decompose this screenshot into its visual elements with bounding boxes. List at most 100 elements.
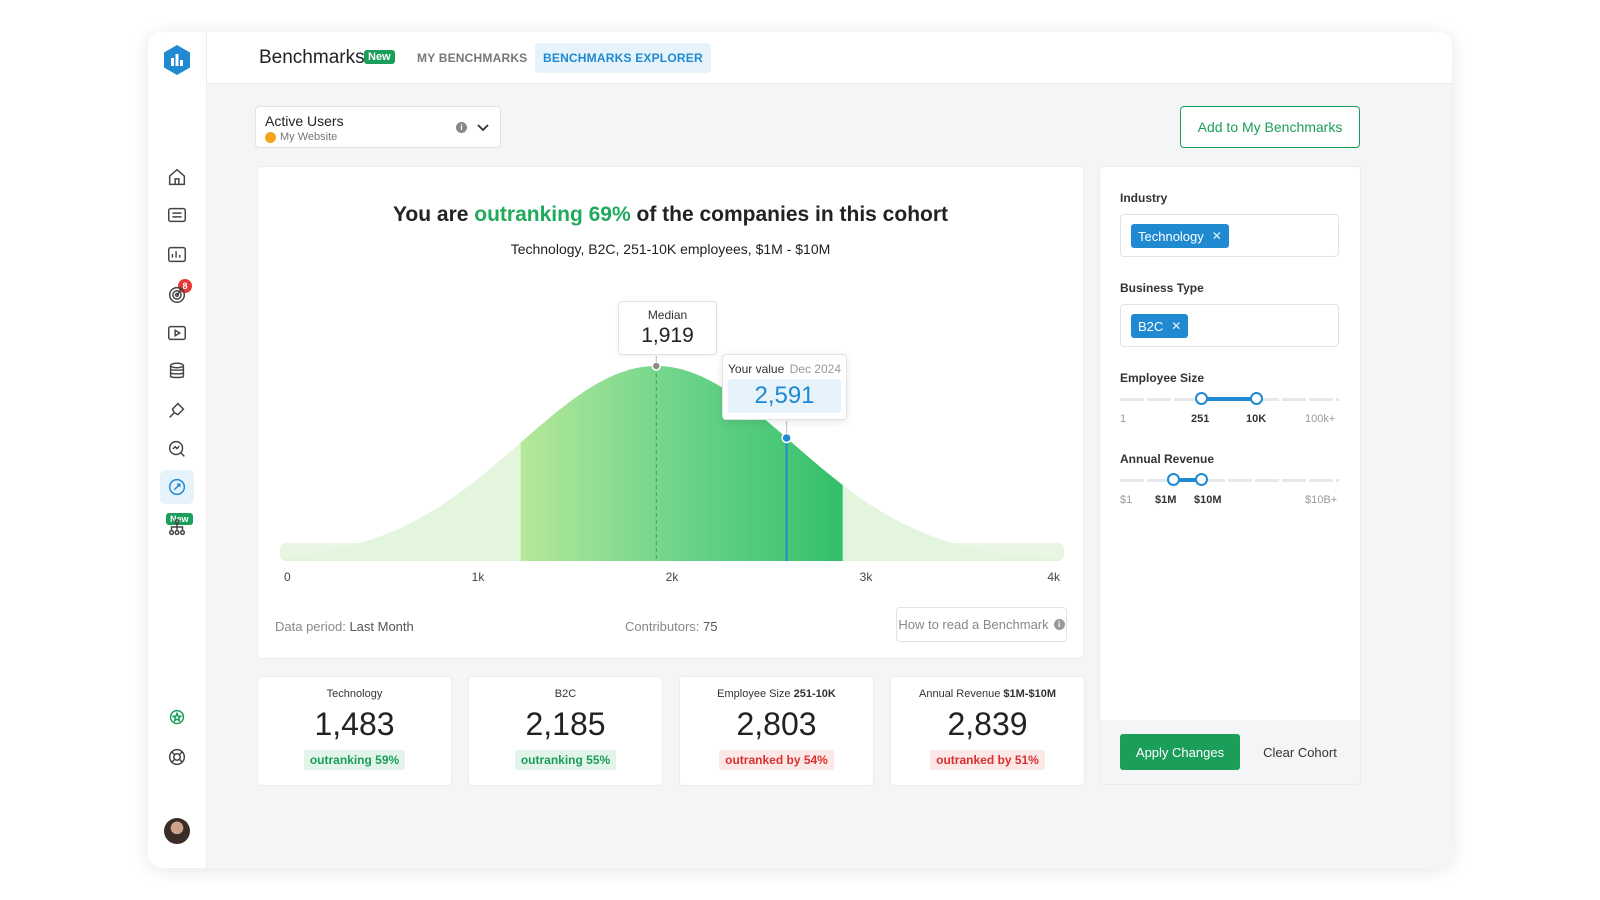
remove-chip-icon[interactable]: ✕ — [1171, 319, 1181, 333]
slider-track — [1120, 479, 1339, 482]
how-to-read-button[interactable]: How to read a Benchmark i — [896, 607, 1067, 642]
slider-tick: 251 — [1191, 413, 1210, 425]
slider-tick: $1 — [1120, 494, 1133, 506]
metric-source-label: My Website — [280, 131, 338, 143]
benchmarks-icon[interactable] — [160, 470, 194, 504]
business-type-chip-label: B2C — [1138, 318, 1164, 334]
stat-card-employee-size[interactable]: Employee Size 251-10K 2,803 outranked by… — [679, 676, 874, 786]
badge-icon[interactable] — [164, 705, 190, 731]
stat-status-badge: outranking 55% — [514, 750, 617, 770]
filters-footer: Apply Changes Clear Cohort — [1100, 720, 1360, 784]
stat-status-badge: outranking 59% — [303, 750, 406, 770]
dashboard-icon[interactable] — [164, 241, 190, 267]
video-icon[interactable] — [164, 320, 190, 346]
your-value-date: Dec 2024 — [789, 362, 841, 376]
industry-field[interactable]: Technology ✕ — [1120, 214, 1339, 257]
stat-value: 2,839 — [947, 706, 1028, 742]
contributors: Contributors: 75 — [625, 619, 718, 634]
industry-chip-label: Technology — [1138, 228, 1204, 244]
metric-name: Active Users — [265, 113, 344, 129]
stat-value: 1,483 — [314, 706, 395, 742]
x-tick-label: 4k — [1047, 570, 1061, 584]
sidebar: 8 New — [148, 32, 207, 868]
contributors-value: 75 — [703, 619, 718, 634]
business-type-chip[interactable]: B2C ✕ — [1131, 314, 1189, 338]
slider-max-handle[interactable] — [1250, 392, 1263, 405]
stat-value: 2,803 — [736, 706, 817, 742]
logo-icon[interactable] — [162, 44, 192, 76]
stat-card-business-type[interactable]: B2C 2,185 outranking 55% — [468, 676, 663, 786]
stat-card-annual-revenue[interactable]: Annual Revenue $1M-$10M 2,839 outranked … — [890, 676, 1085, 786]
annual-revenue-label: Annual Revenue — [1120, 452, 1215, 466]
page-title: Benchmarks — [259, 47, 365, 68]
slider-tick: $1M — [1155, 494, 1177, 506]
avatar[interactable] — [164, 818, 190, 844]
your-value-marker — [781, 432, 792, 444]
slider-tick: 10K — [1246, 413, 1267, 425]
metric-selector[interactable]: Active Users My Website i — [255, 106, 501, 148]
slider-tick: $10B+ — [1305, 494, 1338, 506]
slider-range — [1201, 397, 1257, 401]
tab-benchmarks-explorer[interactable]: BENCHMARKS EXPLORER — [535, 43, 711, 73]
x-tick-label: 0 — [284, 570, 291, 584]
data-period-label: Data period: — [275, 619, 350, 634]
business-type-label: Business Type — [1120, 281, 1204, 295]
slider-tick: $10M — [1194, 494, 1222, 506]
stat-status-badge: outranked by 51% — [930, 750, 1045, 770]
info-icon: i — [1053, 619, 1065, 630]
top-bar: Benchmarks New MY BENCHMARKS BENCHMARKS … — [207, 32, 1452, 84]
stat-label: B2C — [554, 688, 577, 700]
connect-icon[interactable] — [164, 397, 190, 423]
distribution-chart: 0 1k 2k 3k 4k — [280, 356, 1064, 584]
annual-revenue-slider[interactable] — [1120, 470, 1339, 494]
tab-my-benchmarks[interactable]: MY BENCHMARKS — [409, 43, 535, 73]
median-label: Median — [647, 308, 688, 322]
hierarchy-icon[interactable] — [164, 514, 190, 540]
slider-min-handle[interactable] — [1195, 392, 1208, 405]
median-value: 1,919 — [641, 324, 694, 347]
slider-min-handle[interactable] — [1167, 473, 1180, 486]
industry-chip[interactable]: Technology ✕ — [1131, 224, 1229, 248]
help-icon[interactable] — [164, 744, 190, 770]
how-to-read-label: How to read a Benchmark — [898, 617, 1049, 632]
your-value-tooltip: Your value Dec 2024 2,591 — [722, 354, 847, 420]
x-tick-label: 2k — [666, 570, 680, 584]
stat-status-badge: outranked by 54% — [719, 750, 834, 770]
slider-tick: 1 — [1120, 413, 1127, 425]
database-icon[interactable] — [164, 358, 190, 384]
metric-source: My Website — [265, 131, 337, 143]
slider-tick: 100k+ — [1305, 413, 1336, 425]
search-chart-icon[interactable] — [164, 436, 190, 462]
median-marker — [651, 361, 662, 371]
stat-card-industry[interactable]: Technology 1,483 outranking 59% — [257, 676, 452, 786]
employee-size-label: Employee Size — [1120, 371, 1205, 385]
employee-size-slider[interactable] — [1120, 389, 1339, 413]
add-to-my-benchmarks-button[interactable]: Add to My Benchmarks — [1180, 106, 1360, 148]
clear-cohort-button[interactable]: Clear Cohort — [1260, 734, 1340, 770]
your-value-label: Your value — [728, 362, 785, 376]
business-type-field[interactable]: B2C ✕ — [1120, 304, 1339, 347]
apply-changes-button[interactable]: Apply Changes — [1120, 734, 1240, 770]
contributors-label: Contributors: — [625, 619, 704, 634]
goals-icon[interactable] — [164, 281, 190, 307]
your-value: 2,591 — [728, 379, 841, 413]
x-tick-label: 3k — [860, 570, 874, 584]
home-icon[interactable] — [164, 164, 190, 190]
stat-value: 2,185 — [525, 706, 606, 742]
cohort-filters-panel: Industry Technology ✕ Business Type B2C ✕ … — [1099, 166, 1361, 785]
info-icon[interactable]: i — [456, 122, 467, 133]
industry-label: Industry — [1120, 191, 1168, 205]
median-tooltip: Median 1,919 — [618, 301, 717, 355]
data-period: Data period: Last Month — [275, 619, 414, 634]
stat-label: Annual Revenue $1M-$10M — [919, 688, 1056, 700]
slider-max-handle[interactable] — [1195, 473, 1208, 486]
remove-chip-icon[interactable]: ✕ — [1212, 229, 1222, 243]
x-tick-label: 1k — [472, 570, 486, 584]
app-window: 8 New Benchmarks New MY BENCHMARKS BENCH… — [148, 32, 1452, 868]
chevron-down-icon[interactable] — [476, 120, 490, 134]
numbers-icon[interactable] — [164, 202, 190, 228]
stat-label: Employee Size 251-10K — [717, 688, 836, 700]
stat-label: Technology — [326, 688, 383, 700]
source-icon — [265, 131, 276, 143]
benchmark-card: You are outranking 69% of the companies … — [257, 166, 1084, 659]
